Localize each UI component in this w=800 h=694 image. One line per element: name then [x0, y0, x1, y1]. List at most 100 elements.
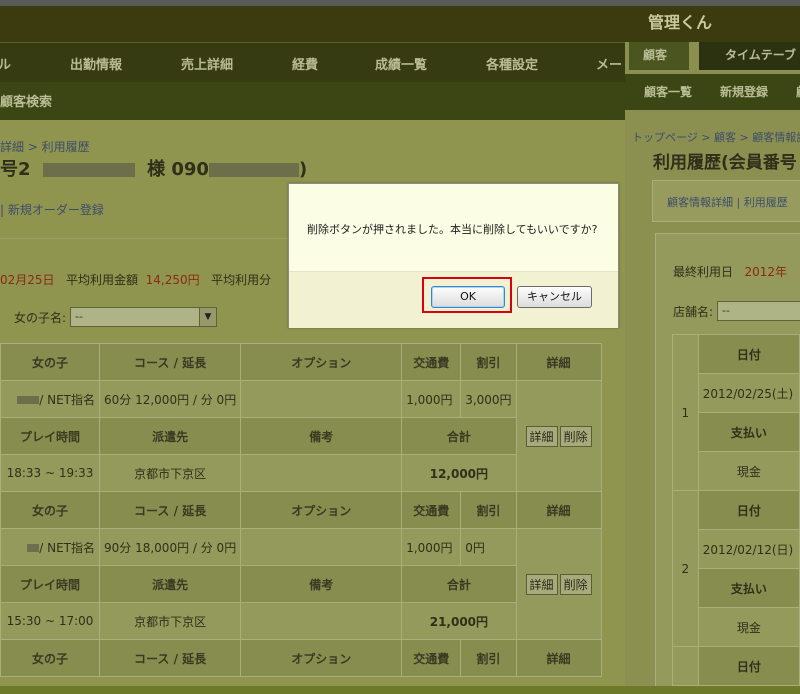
cell-dest: 京都市下京区	[98, 454, 242, 492]
table-header-row: プレイ時間 派遣先 備考 合計	[0, 565, 602, 603]
right-page-title: 利用履歴(会員番号	[653, 153, 797, 173]
nav-item-customer-search[interactable]: 顧客検索	[0, 91, 52, 110]
detail-button[interactable]: 詳細	[525, 573, 558, 595]
date-value: 2012/02/12(日)	[697, 529, 800, 569]
nav-item-settings[interactable]: 各種設定	[486, 54, 538, 73]
cell-transport: 1,000円	[401, 380, 462, 418]
cell-remarks	[240, 454, 403, 492]
col-course: コース / 延長	[98, 343, 242, 381]
table-row: 18:33 ~ 19:33 京都市下京区 12,000円	[0, 454, 602, 492]
pay-header: 支払い	[697, 412, 800, 452]
date-value: 2012/02/25(土)	[697, 373, 800, 413]
delete-button[interactable]: 削除	[559, 573, 592, 595]
background-window: 顧客 タイムテーブ 顧客一覧 新規登録 顧 トップページ > 顧客 > 顧客情報…	[625, 0, 800, 694]
col-discount: 割引	[460, 491, 517, 529]
table-row: 1 日付	[672, 334, 800, 491]
right-shop-select[interactable]: --	[717, 301, 800, 321]
redacted-phone	[208, 163, 299, 177]
chevron-down-icon[interactable]: ▼	[199, 308, 216, 326]
col-remarks: 備考	[240, 417, 403, 455]
right-sub-nav: 顧客一覧 新規登録 顧	[625, 74, 800, 110]
sub-nav: 顧客検索	[0, 82, 625, 120]
cell-total: 21,000円	[401, 602, 517, 640]
row-number: 2	[672, 490, 699, 647]
nav-item-attendance[interactable]: 出勤情報	[70, 54, 122, 73]
right-subnav-box: 顧客情報詳細 | 利用履歴	[652, 180, 800, 222]
right-breadcrumb[interactable]: トップページ > 顧客 > 顧客情報詳	[632, 129, 800, 145]
girl-value: / NET指名	[39, 540, 95, 555]
row-number	[672, 646, 699, 686]
nav-item-partial[interactable]: ル	[0, 54, 11, 73]
row-number: 1	[672, 334, 699, 491]
cell-option	[240, 380, 403, 418]
cell-remarks	[240, 602, 403, 640]
col-course: コース / 延長	[98, 491, 242, 529]
ok-button[interactable]: OK	[431, 286, 505, 308]
table-header-row: 女の子 コース / 延長 オプション 交通費 割引 詳細	[0, 639, 602, 677]
history-table: 女の子 コース / 延長 オプション 交通費 割引 詳細 / NET指名 60分…	[0, 343, 602, 677]
nav-item-sales-detail[interactable]: 売上詳細	[181, 54, 233, 73]
cell-time: 15:30 ~ 17:00	[0, 602, 100, 640]
col-transport: 交通費	[401, 491, 462, 529]
table-header-row: 女の子 コース / 延長 オプション 交通費 割引 詳細	[0, 491, 602, 529]
girl-filter-select[interactable]: -- ▼	[70, 307, 217, 327]
pay-value: 現金	[697, 607, 800, 647]
col-discount: 割引	[460, 343, 517, 381]
col-girl: 女の子	[0, 343, 100, 381]
dialog-message: 削除ボタンが押されました。本当に削除してもいいですか?	[307, 223, 598, 236]
date-header: 日付	[697, 334, 800, 374]
tab-customer[interactable]: 顧客	[629, 38, 689, 70]
nav-item-results[interactable]: 成績一覧	[375, 54, 427, 73]
col-remarks: 備考	[240, 565, 403, 603]
girl-value: / NET指名	[39, 392, 95, 407]
shop-select-value: --	[722, 304, 730, 317]
cancel-button[interactable]: キャンセル	[517, 286, 592, 308]
nav-customer-list[interactable]: 顧客一覧	[644, 83, 692, 100]
last-use-value: 2012年	[744, 265, 788, 279]
avg-label: 平均利用金額	[66, 273, 139, 287]
tab-customer-label: 顧客	[643, 48, 668, 62]
breadcrumb[interactable]: 詳細 > 利用履歴	[0, 138, 90, 155]
col-destination: 派遣先	[98, 417, 242, 455]
page-title: 号2 様 090)	[0, 155, 307, 181]
col-transport: 交通費	[401, 343, 462, 381]
nav-item-expenses[interactable]: 経費	[292, 54, 318, 73]
col-detail: 詳細	[515, 639, 602, 677]
cell-discount: 3,000円	[460, 380, 517, 418]
right-history-table: 1 日付 2012/02/25(土) 支払い 現金 2 日付 2012/02/12(…	[672, 334, 800, 686]
cell-option	[240, 528, 403, 566]
delete-button[interactable]: 削除	[559, 425, 592, 447]
title-suffix: )	[298, 159, 308, 180]
main-nav: ル 出勤情報 売上詳細 経費 成績一覧 各種設定 メー	[0, 42, 625, 83]
tab-timetable[interactable]: タイムテーブ	[699, 38, 800, 70]
window-top-strip	[0, 0, 800, 6]
cell-girl: / NET指名	[0, 380, 100, 418]
title-mid: 様 090	[147, 159, 209, 180]
avg-value: 14,250円	[145, 273, 200, 287]
nav-item-mail[interactable]: メー	[596, 54, 622, 73]
pay-header: 支払い	[697, 568, 800, 608]
app-title: 管理くん	[648, 13, 713, 32]
date-header: 日付	[697, 646, 800, 686]
table-header-row: 女の子 コース / 延長 オプション 交通費 割引 詳細	[0, 343, 602, 381]
cell-course: 60分 12,000円 / 分 0円	[98, 380, 242, 418]
col-girl: 女の子	[0, 639, 100, 677]
col-playtime: プレイ時間	[0, 417, 100, 455]
col-girl: 女の子	[0, 491, 100, 529]
cell-discount: 0円	[460, 528, 517, 566]
nav-new-register[interactable]: 新規登録	[720, 83, 768, 100]
nav-partial[interactable]: 顧	[796, 83, 800, 100]
cell-actions: 詳細 削除	[515, 380, 602, 492]
redacted-name	[42, 163, 135, 177]
table-row: 日付	[672, 646, 800, 686]
right-last-use: 最終利用日 2012年	[673, 263, 787, 280]
detail-button[interactable]: 詳細	[525, 425, 558, 447]
redacted-girl	[27, 544, 40, 552]
right-subnav-links[interactable]: 顧客情報詳細 | 利用履歴	[667, 194, 788, 210]
girl-filter-label: 女の子名:	[14, 311, 67, 325]
col-transport: 交通費	[401, 639, 462, 677]
avg-freq-label: 平均利用分	[211, 273, 272, 287]
date-header: 日付	[697, 490, 800, 530]
new-order-link[interactable]: | 新規オーダー登録	[0, 201, 104, 218]
col-detail: 詳細	[515, 491, 602, 529]
